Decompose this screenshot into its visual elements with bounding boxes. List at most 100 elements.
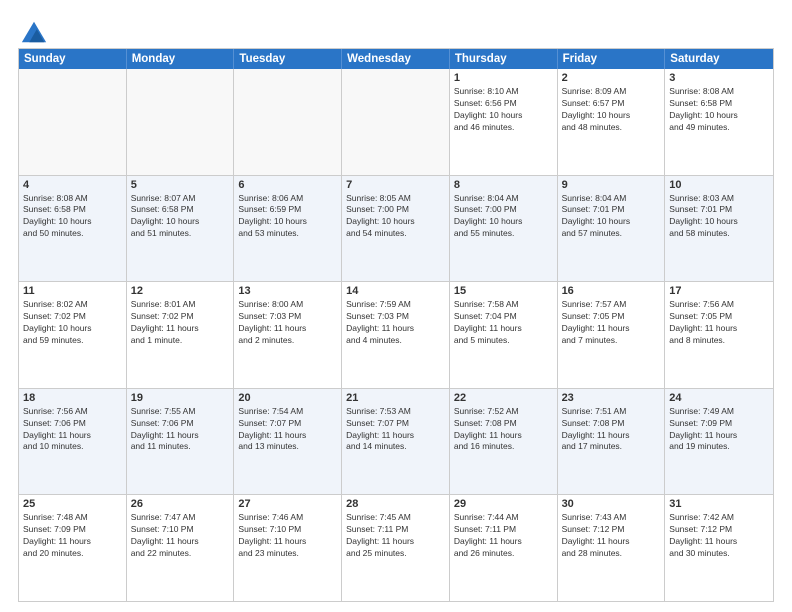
- day-info: Sunrise: 8:01 AM Sunset: 7:02 PM Dayligh…: [131, 299, 230, 347]
- day-cell: 19 Sunrise: 7:55 AM Sunset: 7:06 PM Dayli…: [127, 389, 235, 495]
- weekday-header: Tuesday: [234, 49, 342, 69]
- day-cell: 27 Sunrise: 7:46 AM Sunset: 7:10 PM Dayli…: [234, 495, 342, 601]
- day-info: Sunrise: 8:05 AM Sunset: 7:00 PM Dayligh…: [346, 193, 445, 241]
- day-info: Sunrise: 7:45 AM Sunset: 7:11 PM Dayligh…: [346, 512, 445, 560]
- day-cell: 29Sunrise: 7:44 AM Sunset: 7:11 PM Dayli…: [450, 495, 558, 601]
- day-number: 14: [346, 285, 445, 297]
- weekday-header: Sunday: [19, 49, 127, 69]
- day-number: 31: [669, 498, 769, 510]
- day-info: Sunrise: 8:07 AM Sunset: 6:58 PM Dayligh…: [131, 193, 230, 241]
- day-number: 28: [346, 498, 445, 510]
- day-info: Sunrise: 8:03 AM Sunset: 7:01 PM Dayligh…: [669, 193, 769, 241]
- day-number: 17: [669, 285, 769, 297]
- day-info: Sunrise: 7:52 AM Sunset: 7:08 PM Dayligh…: [454, 406, 553, 454]
- day-number: 13: [238, 285, 337, 297]
- day-cell: 5 Sunrise: 8:07 AM Sunset: 6:58 PM Daylig…: [127, 176, 235, 282]
- day-info: Sunrise: 8:02 AM Sunset: 7:02 PM Dayligh…: [23, 299, 122, 347]
- day-info: Sunrise: 7:44 AM Sunset: 7:11 PM Dayligh…: [454, 512, 553, 560]
- day-info: Sunrise: 8:08 AM Sunset: 6:58 PM Dayligh…: [669, 86, 769, 134]
- day-number: 22: [454, 392, 553, 404]
- day-cell: 14 Sunrise: 7:59 AM Sunset: 7:03 PM Dayli…: [342, 282, 450, 388]
- day-info: Sunrise: 7:47 AM Sunset: 7:10 PM Dayligh…: [131, 512, 230, 560]
- weekday-header: Saturday: [665, 49, 773, 69]
- day-cell: 21Sunrise: 7:53 AM Sunset: 7:07 PM Dayli…: [342, 389, 450, 495]
- calendar-row: 1Sunrise: 8:10 AM Sunset: 6:56 PM Daylig…: [19, 69, 773, 176]
- day-cell: 28 Sunrise: 7:45 AM Sunset: 7:11 PM Dayli…: [342, 495, 450, 601]
- day-number: 11: [23, 285, 122, 297]
- header: [18, 18, 774, 38]
- calendar-header: SundayMondayTuesdayWednesdayThursdayFrid…: [19, 49, 773, 69]
- day-cell: 30Sunrise: 7:43 AM Sunset: 7:12 PM Dayli…: [558, 495, 666, 601]
- day-cell: 31 Sunrise: 7:42 AM Sunset: 7:12 PM Dayli…: [665, 495, 773, 601]
- day-info: Sunrise: 7:46 AM Sunset: 7:10 PM Dayligh…: [238, 512, 337, 560]
- day-cell: 15Sunrise: 7:58 AM Sunset: 7:04 PM Dayli…: [450, 282, 558, 388]
- day-cell: 7 Sunrise: 8:05 AM Sunset: 7:00 PM Daylig…: [342, 176, 450, 282]
- day-number: 20: [238, 392, 337, 404]
- day-cell: 12 Sunrise: 8:01 AM Sunset: 7:02 PM Dayli…: [127, 282, 235, 388]
- weekday-header: Thursday: [450, 49, 558, 69]
- day-info: Sunrise: 7:51 AM Sunset: 7:08 PM Dayligh…: [562, 406, 661, 454]
- day-number: 1: [454, 72, 553, 84]
- calendar-row: 25 Sunrise: 7:48 AM Sunset: 7:09 PM Dayli…: [19, 495, 773, 601]
- day-info: Sunrise: 7:48 AM Sunset: 7:09 PM Dayligh…: [23, 512, 122, 560]
- calendar-row: 11 Sunrise: 8:02 AM Sunset: 7:02 PM Dayli…: [19, 282, 773, 389]
- day-info: Sunrise: 7:43 AM Sunset: 7:12 PM Dayligh…: [562, 512, 661, 560]
- day-info: Sunrise: 8:09 AM Sunset: 6:57 PM Dayligh…: [562, 86, 661, 134]
- day-number: 7: [346, 179, 445, 191]
- day-cell: 13Sunrise: 8:00 AM Sunset: 7:03 PM Dayli…: [234, 282, 342, 388]
- day-number: 23: [562, 392, 661, 404]
- day-info: Sunrise: 7:56 AM Sunset: 7:06 PM Dayligh…: [23, 406, 122, 454]
- day-cell: 18 Sunrise: 7:56 AM Sunset: 7:06 PM Dayli…: [19, 389, 127, 495]
- logo-icon: [20, 18, 48, 46]
- empty-cell: [342, 69, 450, 175]
- logo: [18, 18, 48, 38]
- calendar-body: 1Sunrise: 8:10 AM Sunset: 6:56 PM Daylig…: [19, 69, 773, 601]
- calendar-row: 4Sunrise: 8:08 AM Sunset: 6:58 PM Daylig…: [19, 176, 773, 283]
- weekday-header: Wednesday: [342, 49, 450, 69]
- empty-cell: [127, 69, 235, 175]
- day-cell: 10 Sunrise: 8:03 AM Sunset: 7:01 PM Dayli…: [665, 176, 773, 282]
- day-cell: 26 Sunrise: 7:47 AM Sunset: 7:10 PM Dayli…: [127, 495, 235, 601]
- day-number: 3: [669, 72, 769, 84]
- day-cell: 20 Sunrise: 7:54 AM Sunset: 7:07 PM Dayli…: [234, 389, 342, 495]
- day-number: 6: [238, 179, 337, 191]
- day-info: Sunrise: 7:54 AM Sunset: 7:07 PM Dayligh…: [238, 406, 337, 454]
- day-info: Sunrise: 8:04 AM Sunset: 7:00 PM Dayligh…: [454, 193, 553, 241]
- day-number: 5: [131, 179, 230, 191]
- day-info: Sunrise: 7:56 AM Sunset: 7:05 PM Dayligh…: [669, 299, 769, 347]
- weekday-header: Friday: [558, 49, 666, 69]
- day-number: 21: [346, 392, 445, 404]
- day-cell: 3 Sunrise: 8:08 AM Sunset: 6:58 PM Daylig…: [665, 69, 773, 175]
- day-info: Sunrise: 7:57 AM Sunset: 7:05 PM Dayligh…: [562, 299, 661, 347]
- day-cell: 4Sunrise: 8:08 AM Sunset: 6:58 PM Daylig…: [19, 176, 127, 282]
- day-info: Sunrise: 8:06 AM Sunset: 6:59 PM Dayligh…: [238, 193, 337, 241]
- weekday-header: Monday: [127, 49, 235, 69]
- day-number: 10: [669, 179, 769, 191]
- day-cell: 23 Sunrise: 7:51 AM Sunset: 7:08 PM Dayli…: [558, 389, 666, 495]
- day-info: Sunrise: 7:55 AM Sunset: 7:06 PM Dayligh…: [131, 406, 230, 454]
- day-cell: 1Sunrise: 8:10 AM Sunset: 6:56 PM Daylig…: [450, 69, 558, 175]
- day-number: 27: [238, 498, 337, 510]
- day-cell: 6 Sunrise: 8:06 AM Sunset: 6:59 PM Daylig…: [234, 176, 342, 282]
- calendar: SundayMondayTuesdayWednesdayThursdayFrid…: [18, 48, 774, 602]
- day-number: 12: [131, 285, 230, 297]
- day-info: Sunrise: 7:42 AM Sunset: 7:12 PM Dayligh…: [669, 512, 769, 560]
- day-number: 25: [23, 498, 122, 510]
- day-cell: 16 Sunrise: 7:57 AM Sunset: 7:05 PM Dayli…: [558, 282, 666, 388]
- day-info: Sunrise: 7:58 AM Sunset: 7:04 PM Dayligh…: [454, 299, 553, 347]
- calendar-row: 18 Sunrise: 7:56 AM Sunset: 7:06 PM Dayli…: [19, 389, 773, 496]
- day-cell: 9Sunrise: 8:04 AM Sunset: 7:01 PM Daylig…: [558, 176, 666, 282]
- day-info: Sunrise: 7:59 AM Sunset: 7:03 PM Dayligh…: [346, 299, 445, 347]
- day-cell: 17 Sunrise: 7:56 AM Sunset: 7:05 PM Dayli…: [665, 282, 773, 388]
- day-cell: 11 Sunrise: 8:02 AM Sunset: 7:02 PM Dayli…: [19, 282, 127, 388]
- day-number: 2: [562, 72, 661, 84]
- day-number: 16: [562, 285, 661, 297]
- day-number: 9: [562, 179, 661, 191]
- page: SundayMondayTuesdayWednesdayThursdayFrid…: [0, 0, 792, 612]
- day-number: 18: [23, 392, 122, 404]
- day-number: 19: [131, 392, 230, 404]
- day-number: 26: [131, 498, 230, 510]
- day-info: Sunrise: 7:49 AM Sunset: 7:09 PM Dayligh…: [669, 406, 769, 454]
- day-number: 8: [454, 179, 553, 191]
- day-cell: 8 Sunrise: 8:04 AM Sunset: 7:00 PM Daylig…: [450, 176, 558, 282]
